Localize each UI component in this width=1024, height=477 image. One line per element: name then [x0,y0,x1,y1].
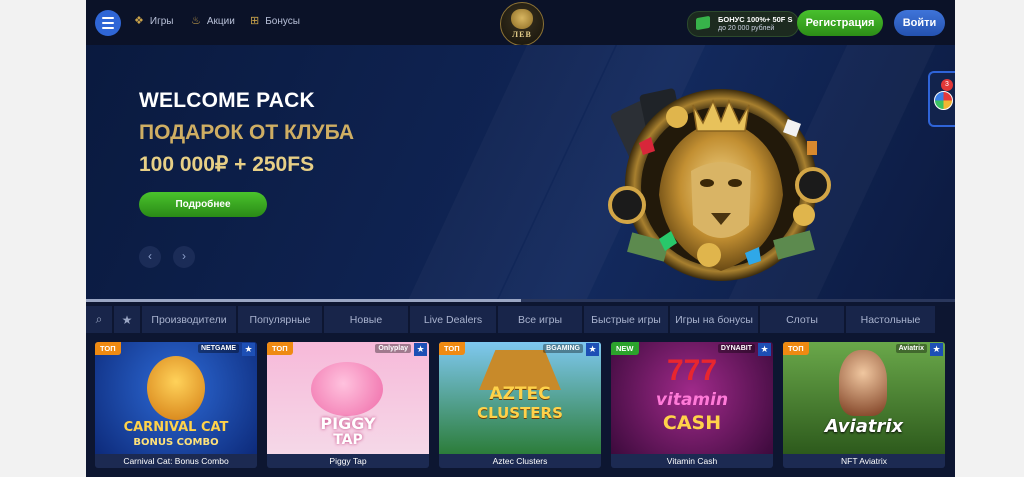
fire-icon: ♨ [191,15,201,27]
search-icon[interactable]: ⌕ [86,306,112,333]
favorite-star-icon[interactable]: ★ [242,343,255,356]
lion-emblem-image [608,88,831,281]
game-title: Piggy Tap [267,454,429,468]
game-title: Carnival Cat: Bonus Combo [95,454,257,468]
fortune-wheel-widget[interactable]: 3 [928,71,955,127]
provider-logo: NETGAME [198,344,239,353]
hero-subtitle: ПОДАРОК ОТ КЛУБА [139,121,355,144]
game-card[interactable]: AZTEC CLUSTERS ТОП BGAMING ★ Aztec Clust… [439,342,601,468]
tab-all-games[interactable]: Все игры [498,306,582,333]
more-button[interactable]: Подробнее [139,192,267,217]
hamburger-icon[interactable] [95,10,121,36]
chevron-left-icon[interactable]: ‹ [139,246,161,268]
game-art-title: Aviatrix [824,416,904,437]
top-badge: ТОП [267,342,293,355]
game-art-title: CARNIVAL CAT [123,420,229,435]
game-filter-bar: ⌕ ★ Производители Популярные Новые Live … [86,306,955,333]
tab-bonus-games[interactable]: Игры на бонусы [670,306,758,333]
nav-promotions[interactable]: ♨ Акции [191,15,235,28]
tab-table-games[interactable]: Настольные [846,306,935,333]
star-icon[interactable]: ★ [114,306,140,333]
nav-bonuses[interactable]: ⊞ Бонусы [250,15,300,28]
game-card[interactable]: 777 vitamin CASH NEW DYNABIT ★ Vitamin C… [611,342,773,468]
tab-providers[interactable]: Производители [142,306,236,333]
tab-new[interactable]: Новые [324,306,408,333]
game-title: NFT Aviatrix [783,454,945,468]
game-art-subtitle: BONUS COMBO [133,437,219,448]
sevens-figure: 777 [666,354,718,387]
favorite-star-icon[interactable]: ★ [758,343,771,356]
top-badge: ТОП [783,342,809,355]
game-art-title: vitamin [655,390,729,410]
top-badge: ТОП [95,342,121,355]
slide-progress-bar [86,299,955,302]
game-title: Aztec Clusters [439,454,601,468]
chevron-right-icon[interactable]: › [173,246,195,268]
lion-logo-icon [511,9,533,29]
favorite-star-icon[interactable]: ★ [414,343,427,356]
pig-figure [311,362,383,416]
login-button[interactable]: Войти [894,10,945,36]
new-badge: NEW [611,342,639,355]
cat-figure [147,356,205,420]
casino-page: ❖ Игры ♨ Акции ⊞ Бонусы ЛЕВ БОНУС 100%+ … [86,0,955,477]
provider-logo: BGAMING [543,344,583,353]
top-badge: ТОП [439,342,465,355]
nav-games[interactable]: ❖ Игры [134,15,174,28]
pilot-figure [839,350,887,416]
dice-icon: ❖ [134,15,144,27]
notification-badge: 3 [941,79,953,91]
game-art-subtitle: CASH [662,412,722,434]
site-logo[interactable]: ЛЕВ [500,2,544,46]
game-art-subtitle: TAP [333,432,363,448]
hero-amount: 100 000₽ + 250FS [139,153,315,176]
bonus-line1: БОНУС 100%+ 50F S [718,15,793,24]
gift-icon: ⊞ [250,15,260,27]
provider-logo: DYNABIT [717,344,755,353]
tab-slots[interactable]: Слоты [760,306,844,333]
nav-promotions-label: Акции [206,16,235,27]
game-art-subtitle: CLUSTERS [477,404,563,422]
hero-title: WELCOME PACK [139,89,315,112]
provider-logo: Aviatrix [895,344,927,353]
nav-bonuses-label: Бонусы [265,16,300,27]
favorite-star-icon[interactable]: ★ [586,343,599,356]
game-thumbnail: CARNIVAL CAT BONUS COMBO [95,342,257,454]
tab-fast-games[interactable]: Быстрые игры [584,306,668,333]
game-thumbnail: AZTEC CLUSTERS [439,342,601,454]
wheel-icon [934,91,953,110]
game-art-title: AZTEC [489,384,551,404]
provider-logo: Onlyplay [375,344,411,353]
game-card[interactable]: Aviatrix ТОП Aviatrix ★ NFT Aviatrix [783,342,945,468]
game-thumbnail: PIGGY TAP [267,342,429,454]
slide-progress-fill [86,299,521,302]
favorite-star-icon[interactable]: ★ [930,343,943,356]
hero-banner: WELCOME PACK ПОДАРОК ОТ КЛУБА 100 000₽ +… [86,45,955,299]
top-header: ❖ Игры ♨ Акции ⊞ Бонусы ЛЕВ БОНУС 100%+ … [86,0,955,46]
game-title: Vitamin Cash [611,454,773,468]
game-thumbnail: Aviatrix [783,342,945,454]
nav-games-label: Игры [149,16,174,27]
tab-live-dealers[interactable]: Live Dealers [410,306,496,333]
game-thumbnail: 777 vitamin CASH [611,342,773,454]
register-button[interactable]: Регистрация [797,10,883,36]
game-card[interactable]: PIGGY TAP ТОП Onlyplay ★ Piggy Tap [267,342,429,468]
bonus-banner[interactable]: БОНУС 100%+ 50F S до 20 000 рублей [687,11,799,37]
game-grid: CARNIVAL CAT BONUS COMBO ТОП NETGAME ★ C… [95,342,946,468]
game-card[interactable]: CARNIVAL CAT BONUS COMBO ТОП NETGAME ★ C… [95,342,257,468]
money-icon [696,15,710,31]
tab-popular[interactable]: Популярные [238,306,322,333]
bonus-line2: до 20 000 рублей [718,25,775,32]
logo-text: ЛЕВ [512,30,532,39]
game-art-title: PIGGY [320,414,376,433]
